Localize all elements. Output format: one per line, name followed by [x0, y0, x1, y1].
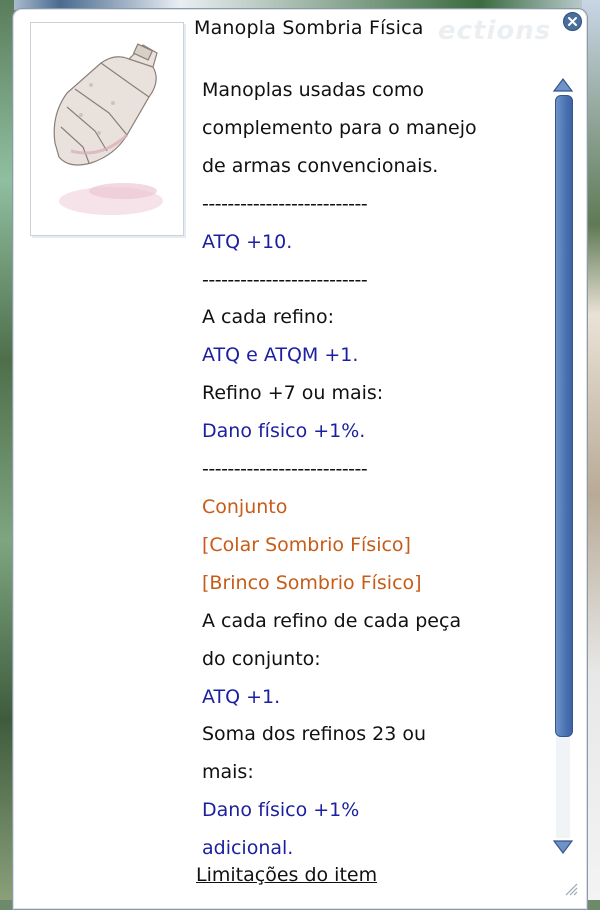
item-title: Manopla Sombria Física: [194, 17, 424, 39]
title-bar[interactable]: ections Manopla Sombria Física: [180, 14, 575, 46]
description-line: complemento para o manejo: [202, 116, 477, 139]
close-icon: [568, 17, 577, 26]
description-line: [Colar Sombrio Físico]: [202, 533, 411, 556]
scroll-down-arrow-icon: [552, 840, 574, 854]
description-line: ATQ +1.: [202, 685, 281, 708]
description-line: Dano físico +1%.: [202, 420, 366, 443]
resize-grip[interactable]: [562, 880, 578, 896]
scroll-up-arrow-icon: [552, 78, 574, 92]
gauntlet-icon: [53, 43, 163, 215]
separator-line: --------------------------: [202, 192, 368, 215]
description-line: A cada refino:: [202, 306, 334, 329]
separator-line: --------------------------: [202, 268, 368, 291]
description-line: Refino +7 ou mais:: [202, 382, 384, 405]
description-line: [Brinco Sombrio Físico]: [202, 571, 422, 594]
item-limitations-link[interactable]: Limitações do item: [196, 864, 377, 886]
scroll-thumb[interactable]: [555, 95, 573, 737]
description-line: Soma dos refinos 23 ou: [202, 723, 427, 746]
scroll-down-button[interactable]: [551, 837, 575, 857]
description-line: A cada refino de cada peça: [202, 609, 462, 632]
scroll-up-button[interactable]: [551, 75, 575, 95]
close-button[interactable]: [563, 12, 582, 31]
item-image-frame: [30, 22, 184, 236]
description-line: adicional.: [202, 837, 294, 860]
description-line: Manoplas usadas como: [202, 79, 425, 101]
separator-line: --------------------------: [202, 458, 368, 481]
description-line: do conjunto:: [202, 647, 321, 670]
title-watermark: ections: [438, 16, 552, 46]
description-line: de armas convencionais.: [202, 154, 439, 177]
description-line: mais:: [202, 761, 254, 784]
description-line: ATQ e ATQM +1.: [202, 344, 359, 367]
item-description: Manoplas usadas como complemento para o m…: [202, 72, 547, 868]
description-line: Dano físico +1%: [202, 799, 360, 822]
description-line: ATQ +10.: [202, 230, 293, 253]
resize-grip-icon: [565, 883, 578, 896]
description-line: Conjunto: [202, 495, 288, 518]
description-scrollbar[interactable]: [549, 75, 577, 860]
